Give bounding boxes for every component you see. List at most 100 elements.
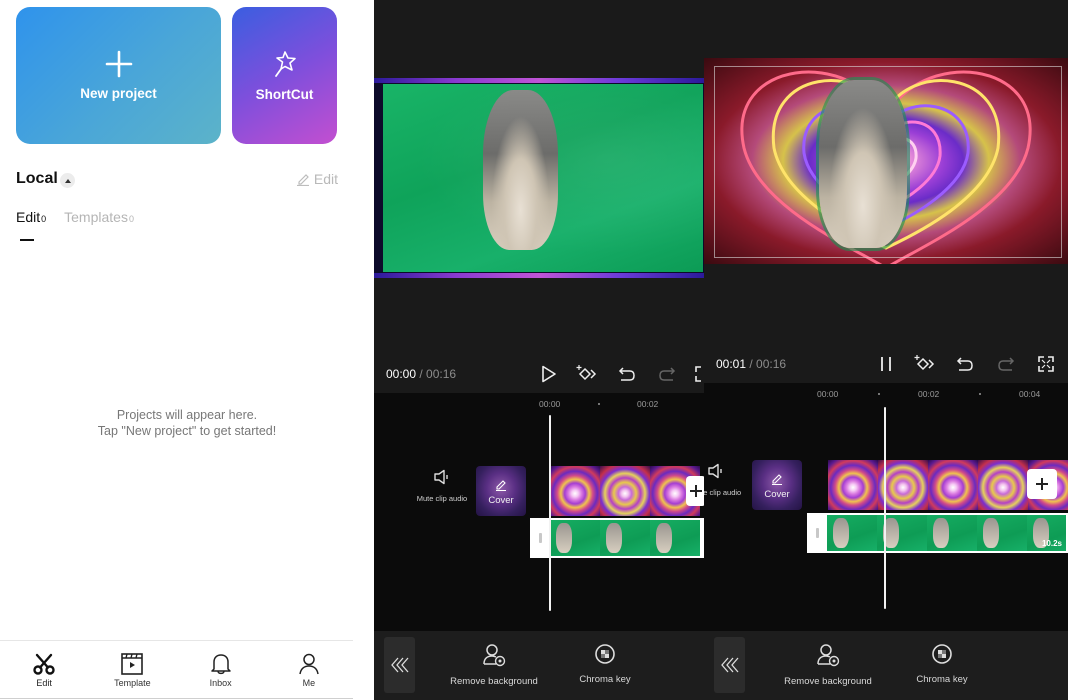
chroma-key-button[interactable]: Chroma key xyxy=(897,643,987,685)
pause-icon xyxy=(881,357,891,371)
back-button[interactable] xyxy=(714,637,745,693)
plus-icon xyxy=(105,50,132,78)
undo-button[interactable] xyxy=(954,353,976,375)
fullscreen-button[interactable] xyxy=(692,363,704,385)
clip-frame xyxy=(928,460,978,510)
total-time: / 00:16 xyxy=(416,367,457,381)
clip-frame xyxy=(550,520,600,556)
local-section-header: Local Edit xyxy=(16,170,338,190)
shortcut-button[interactable]: ShortCut xyxy=(232,7,337,144)
current-time: 00:00 xyxy=(386,367,417,381)
redo-icon xyxy=(998,357,1015,371)
chroma-key-icon xyxy=(595,644,615,664)
pause-button[interactable] xyxy=(875,353,897,375)
playhead[interactable] xyxy=(549,415,551,611)
current-time: 00:01 xyxy=(716,357,747,371)
video-preview[interactable] xyxy=(704,58,1068,264)
total-time: / 00:16 xyxy=(746,357,787,371)
nav-edit-label: Edit xyxy=(36,678,52,688)
project-tabs: Edit0 Templates0 xyxy=(16,209,134,241)
bottom-toolbar: Remove background Chroma key xyxy=(704,631,1068,700)
pencil-icon xyxy=(772,474,782,485)
home-screen: New project ShortCut Local Edit Edit0 Te… xyxy=(0,0,374,700)
video-preview[interactable] xyxy=(374,78,704,278)
play-button[interactable] xyxy=(538,363,560,385)
person-icon xyxy=(299,653,319,675)
tab-edit-count: 0 xyxy=(41,214,47,224)
overlay-clip-track[interactable]: 10.2s xyxy=(807,513,1068,553)
redo-button[interactable] xyxy=(995,353,1017,375)
nav-me-label: Me xyxy=(302,678,316,688)
remove-background-button[interactable]: Remove background xyxy=(783,643,873,687)
clip-frame xyxy=(650,520,700,556)
pencil-icon xyxy=(296,174,309,186)
fullscreen-icon xyxy=(695,366,701,382)
mute-clip-audio-button[interactable]: Mute clip audio xyxy=(412,469,472,503)
overlay-clip-track[interactable] xyxy=(530,518,704,558)
edit-projects-button[interactable]: Edit xyxy=(296,171,338,187)
mute-clip-audio-button[interactable]: Mute clip audio xyxy=(704,463,746,497)
redo-button[interactable] xyxy=(656,363,678,385)
clip-frame xyxy=(550,466,600,516)
clip-frame xyxy=(828,460,878,510)
screenshot-composite: New project ShortCut Local Edit Edit0 Te… xyxy=(0,0,1068,700)
clip-frame xyxy=(977,515,1027,551)
keyframe-button[interactable] xyxy=(914,353,936,375)
collapse-caret-icon[interactable] xyxy=(60,173,75,188)
keyframe-button[interactable] xyxy=(576,363,598,385)
redo-icon xyxy=(659,367,676,381)
clip-trim-handle[interactable] xyxy=(530,520,550,556)
playhead[interactable] xyxy=(884,407,886,609)
nav-template[interactable]: Template xyxy=(88,641,176,700)
add-clip-button[interactable] xyxy=(1027,469,1057,499)
green-screen-clip xyxy=(383,84,703,272)
ruler-label: 00:02 xyxy=(918,389,940,399)
shortcut-label: ShortCut xyxy=(255,87,314,102)
timeline[interactable]: 00:00 00:02 00:04 Mute clip audio Cover xyxy=(704,383,1068,631)
new-project-button[interactable]: New project xyxy=(16,7,221,144)
tab-templates[interactable]: Templates0 xyxy=(64,209,134,233)
background-clip-track[interactable] xyxy=(550,466,704,516)
empty-line-2: Tap "New project" to get started! xyxy=(97,424,277,438)
clip-frame xyxy=(600,466,650,516)
ruler-label: 00:00 xyxy=(817,389,839,399)
chroma-key-button[interactable]: Chroma key xyxy=(560,643,650,685)
clip-frame xyxy=(827,515,877,551)
ruler-label: 00:00 xyxy=(539,399,561,409)
tab-templates-label: Templates xyxy=(64,209,128,225)
ruler-dot xyxy=(598,403,600,405)
add-clip-button[interactable] xyxy=(686,476,704,506)
timeline[interactable]: 00:00 00:02 Mute clip audio Cover xyxy=(374,393,704,631)
remove-background-button[interactable]: Remove background xyxy=(449,643,539,687)
bottom-toolbar: Remove background Chroma key xyxy=(374,631,704,700)
nav-edit[interactable]: Edit xyxy=(0,641,88,700)
pencil-icon xyxy=(496,480,506,491)
undo-button[interactable] xyxy=(616,363,638,385)
keyframe-icon xyxy=(914,355,935,371)
fullscreen-button[interactable] xyxy=(1035,353,1057,375)
new-project-label: New project xyxy=(80,86,157,101)
ruler-label: 00:02 xyxy=(637,399,659,409)
playback-toolbar: 00:00 / 00:16 xyxy=(374,355,704,393)
time-display: 00:01 / 00:16 xyxy=(716,357,786,371)
remove-background-label: Remove background xyxy=(784,676,872,687)
chroma-key-icon xyxy=(932,644,952,664)
tab-templates-count: 0 xyxy=(128,214,134,224)
undo-icon xyxy=(956,357,973,371)
mute-label: Mute clip audio xyxy=(704,488,742,497)
mute-label: Mute clip audio xyxy=(416,494,468,503)
nav-me[interactable]: Me xyxy=(265,641,353,700)
clip-duration: 10.2s xyxy=(1041,539,1062,548)
nav-inbox[interactable]: Inbox xyxy=(177,641,265,700)
clip-frame xyxy=(978,460,1028,510)
plus-icon xyxy=(690,485,702,497)
cover-button[interactable]: Cover xyxy=(752,460,802,510)
clip-trim-handle[interactable] xyxy=(807,515,827,551)
tab-edit-label: Edit xyxy=(16,209,41,225)
back-button[interactable] xyxy=(384,637,415,693)
remove-background-label: Remove background xyxy=(450,676,538,687)
tab-edit[interactable]: Edit0 xyxy=(16,209,47,241)
keyframe-icon xyxy=(576,365,597,381)
cover-button[interactable]: Cover xyxy=(476,466,526,516)
fullscreen-icon xyxy=(1038,356,1054,372)
